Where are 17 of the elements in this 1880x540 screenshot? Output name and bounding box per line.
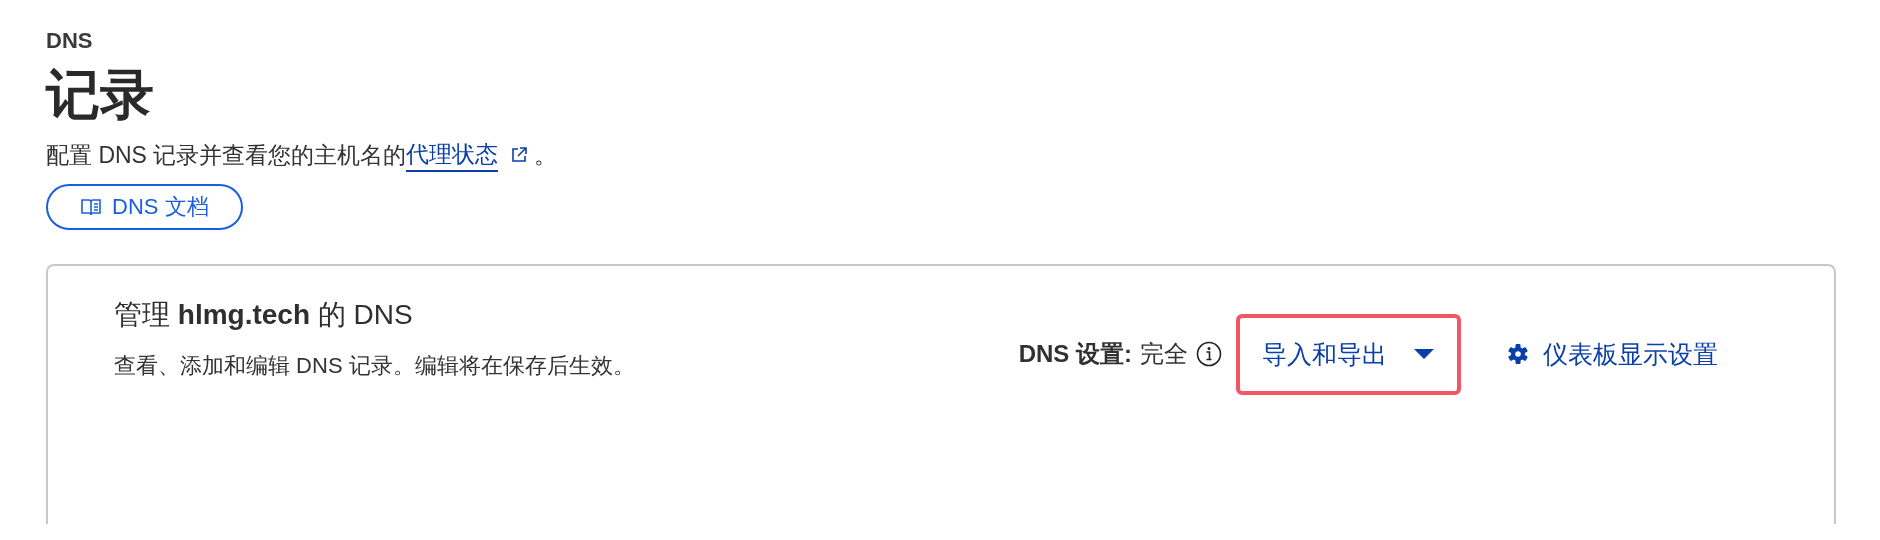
card-description: 查看、添加和编辑 DNS 记录。编辑将在保存后生效。 [114, 351, 636, 380]
dns-docs-button[interactable]: DNS 文档 [46, 183, 243, 230]
description-text: 配置 DNS 记录并查看您的主机名的 [46, 140, 407, 170]
info-icon[interactable] [1196, 341, 1222, 368]
gear-icon [1507, 343, 1529, 366]
period-text: 。 [534, 140, 558, 170]
page-title: 记录 [46, 63, 155, 126]
breadcrumb: DNS [46, 28, 94, 54]
dns-setting-label: DNS 设置: [1018, 339, 1132, 370]
import-export-dropdown[interactable]: 导入和导出 [1252, 337, 1445, 371]
dns-setting-value: 完全 [1140, 339, 1188, 370]
external-link-icon [510, 146, 529, 165]
caret-icon [1413, 348, 1435, 361]
proxy-status-link[interactable]: 代理状态 [406, 138, 499, 172]
card-title: 管理 hlmg.tech 的 DNS [114, 297, 414, 332]
book-icon [80, 196, 102, 217]
dashboard-settings-button[interactable]: 仪表板显示设置 [1497, 337, 1728, 371]
